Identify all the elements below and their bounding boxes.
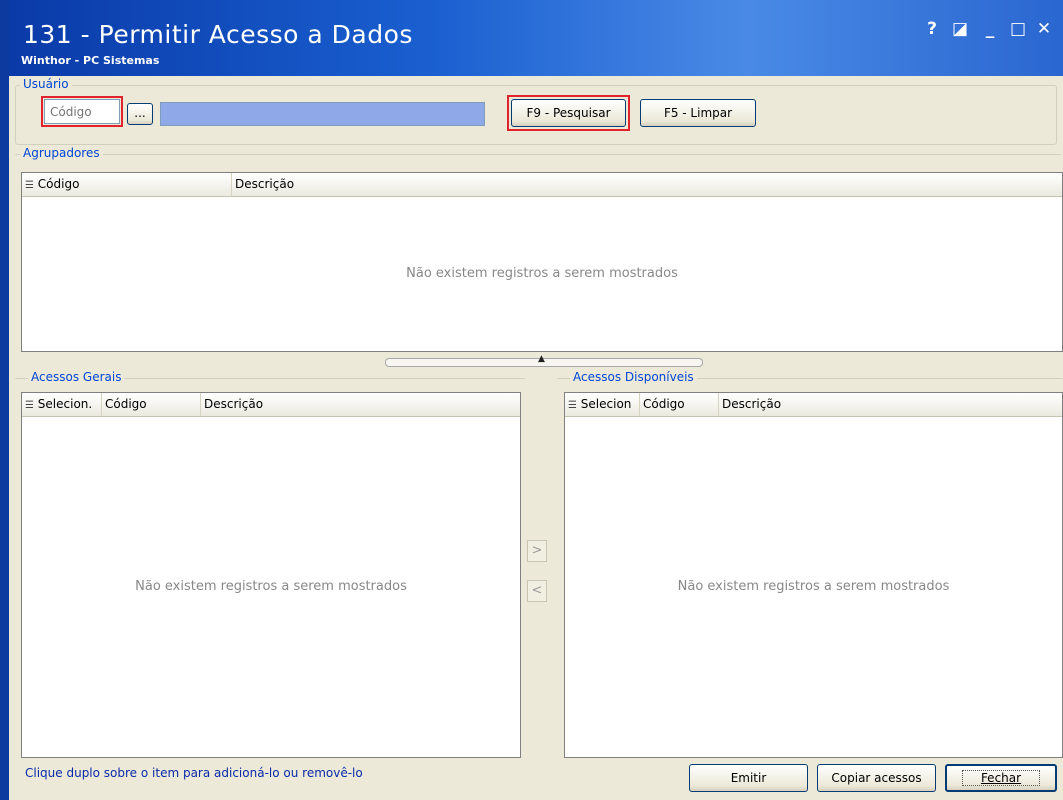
agrupadores-grid[interactable]: ☰ Código Descrição Não existem registros… <box>21 172 1063 352</box>
agrupadores-col-descricao[interactable]: Descrição <box>232 173 432 196</box>
restore-icon[interactable]: ◪ <box>949 18 971 40</box>
maximize-icon[interactable]: □ <box>1007 18 1029 40</box>
gerais-col-descricao[interactable]: Descrição <box>201 393 401 416</box>
agrupadores-empty-message: Não existem registros a serem mostrados <box>406 266 678 281</box>
search-button[interactable]: F9 - Pesquisar <box>511 99 626 127</box>
agrupadores-label: Agrupadores <box>20 146 103 160</box>
window-title: 131 - Permitir Acesso a Dados <box>23 20 413 49</box>
close-button[interactable]: Fechar <box>945 764 1057 792</box>
acessos-gerais-grid-header: ☰ Selecion. Código Descrição <box>22 393 520 417</box>
gerais-col-selecionado[interactable]: ☰ Selecion. <box>22 393 102 416</box>
close-button-label: Fechar <box>961 770 1041 786</box>
hint-text: Clique duplo sobre o item para adicioná-… <box>25 766 363 780</box>
acessos-disponiveis-label: Acessos Disponíveis <box>570 370 697 384</box>
help-icon[interactable]: ? <box>921 18 943 40</box>
minimize-icon[interactable]: _ <box>979 18 1001 40</box>
disponiveis-col-descricao-label: Descrição <box>722 397 782 411</box>
copy-access-button[interactable]: Copiar acessos <box>817 764 936 792</box>
main-window: 131 - Permitir Acesso a Dados Winthor - … <box>0 0 1063 800</box>
col-codigo-label: Código <box>37 177 80 191</box>
acessos-disponiveis-grid[interactable]: ☰ Selecion Código Descrição Não existem … <box>564 392 1063 758</box>
acessos-disponiveis-empty-message: Não existem registros a serem mostrados <box>677 579 950 594</box>
form-content: Usuário ... F9 - Pesquisar F5 - Limpar A… <box>9 76 1063 800</box>
gerais-col-codigo-label: Código <box>105 397 147 411</box>
acessos-gerais-empty-message: Não existem registros a serem mostrados <box>135 579 407 594</box>
emit-button[interactable]: Emitir <box>689 764 808 792</box>
close-icon[interactable]: ✕ <box>1033 18 1055 40</box>
add-access-button[interactable]: > <box>527 540 547 562</box>
disponiveis-col-selecionado-label: Selecion <box>580 397 632 411</box>
splitter-arrow-icon[interactable]: ▲ <box>538 354 545 364</box>
disponiveis-col-selecionado[interactable]: ☰ Selecion <box>565 393 640 416</box>
agrupadores-grid-header: ☰ Código Descrição <box>22 173 1062 197</box>
acessos-gerais-label: Acessos Gerais <box>28 370 125 384</box>
usuario-label: Usuário <box>20 77 72 91</box>
col-descricao-label: Descrição <box>235 177 295 191</box>
gerais-col-selecionado-label: Selecion. <box>37 397 93 411</box>
disponiveis-col-codigo-label: Código <box>643 397 685 411</box>
agrupadores-divider <box>15 154 1061 157</box>
codigo-input[interactable] <box>44 99 120 124</box>
gerais-col-codigo[interactable]: Código <box>102 393 201 416</box>
gerais-col-descricao-label: Descrição <box>204 397 264 411</box>
remove-access-button[interactable]: < <box>527 580 547 602</box>
disponiveis-col-descricao[interactable]: Descrição <box>719 393 919 416</box>
column-menu-icon: ☰ <box>568 400 577 411</box>
acessos-gerais-grid[interactable]: ☰ Selecion. Código Descrição Não existem… <box>21 392 521 758</box>
column-menu-icon: ☰ <box>25 400 34 411</box>
acessos-disponiveis-grid-header: ☰ Selecion Código Descrição <box>565 393 1062 417</box>
user-name-field <box>160 102 485 126</box>
window-subtitle: Winthor - PC Sistemas <box>21 54 160 67</box>
agrupadores-col-codigo[interactable]: ☰ Código <box>22 173 232 196</box>
clear-button[interactable]: F5 - Limpar <box>640 99 756 127</box>
disponiveis-col-codigo[interactable]: Código <box>640 393 719 416</box>
title-bar[interactable]: 131 - Permitir Acesso a Dados Winthor - … <box>9 0 1063 76</box>
column-menu-icon: ☰ <box>25 180 34 191</box>
lookup-button[interactable]: ... <box>127 103 153 125</box>
